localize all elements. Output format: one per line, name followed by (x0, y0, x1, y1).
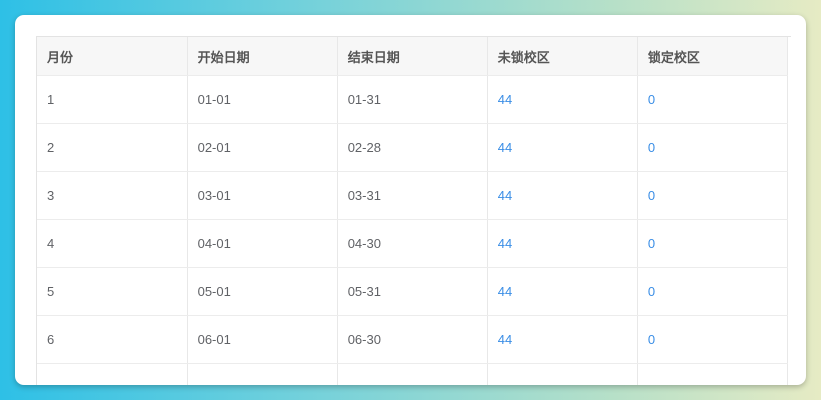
cell-start-date: 06-01 (187, 315, 338, 364)
cell-end-date: 01-31 (337, 75, 488, 124)
unlocked-campus-link[interactable]: 44 (487, 75, 638, 124)
table-row: 5 05-01 05-31 44 0 (37, 267, 789, 316)
unlocked-campus-link[interactable]: 44 (487, 219, 638, 268)
unlocked-campus-link[interactable]: 44 (487, 315, 638, 364)
cell-start-date: 01-01 (187, 75, 338, 124)
cell-month: 5 (37, 267, 188, 316)
cell-start-date: 03-01 (187, 171, 338, 220)
table-header-row: 月份 开始日期 结束日期 未锁校区 锁定校区 (37, 37, 789, 76)
cell-month: 6 (37, 315, 188, 364)
cell-month: 4 (37, 219, 188, 268)
unlocked-campus-link[interactable]: 44 (487, 123, 638, 172)
locked-campus-link[interactable]: 0 (637, 315, 789, 364)
locked-campus-link[interactable]: 0 (637, 219, 789, 268)
column-header-unlocked-campus[interactable]: 未锁校区 (487, 37, 638, 76)
column-header-month[interactable]: 月份 (37, 37, 188, 76)
cell-month: 3 (37, 171, 188, 220)
content-card: 月份 开始日期 结束日期 未锁校区 锁定校区 1 01-01 01-31 44 … (15, 15, 806, 385)
column-header-end-date[interactable]: 结束日期 (337, 37, 488, 76)
unlocked-campus-link[interactable]: 44 (487, 171, 638, 220)
locked-campus-link[interactable]: 0 (637, 75, 789, 124)
month-table-container[interactable]: 月份 开始日期 结束日期 未锁校区 锁定校区 1 01-01 01-31 44 … (36, 36, 791, 385)
cell-end-date: 03-31 (337, 171, 488, 220)
table-row: 4 04-01 04-30 44 0 (37, 219, 789, 268)
unlocked-campus-link[interactable]: 44 (487, 267, 638, 316)
cell-start-date: 02-01 (187, 123, 338, 172)
table-row: 3 03-01 03-31 44 0 (37, 171, 789, 220)
table-row: 6 06-01 06-30 44 0 (37, 315, 789, 364)
cell-start-date: 04-01 (187, 219, 338, 268)
cell-end-date: 04-30 (337, 219, 488, 268)
month-table: 月份 开始日期 结束日期 未锁校区 锁定校区 1 01-01 01-31 44 … (37, 37, 789, 385)
locked-campus-link[interactable]: 0 (637, 123, 789, 172)
locked-campus-link[interactable]: 0 (637, 171, 789, 220)
table-row: 2 02-01 02-28 44 0 (37, 123, 789, 172)
column-header-locked-campus[interactable]: 锁定校区 (637, 37, 789, 76)
cell-month: 1 (37, 75, 188, 124)
locked-campus-link[interactable]: 0 (637, 267, 789, 316)
cell-month: 2 (37, 123, 188, 172)
table-row-partial (37, 363, 789, 385)
cell-end-date: 06-30 (337, 315, 488, 364)
table-row: 1 01-01 01-31 44 0 (37, 75, 789, 124)
column-header-start-date[interactable]: 开始日期 (187, 37, 338, 76)
cell-start-date: 05-01 (187, 267, 338, 316)
cell-end-date: 05-31 (337, 267, 488, 316)
cell-end-date: 02-28 (337, 123, 488, 172)
